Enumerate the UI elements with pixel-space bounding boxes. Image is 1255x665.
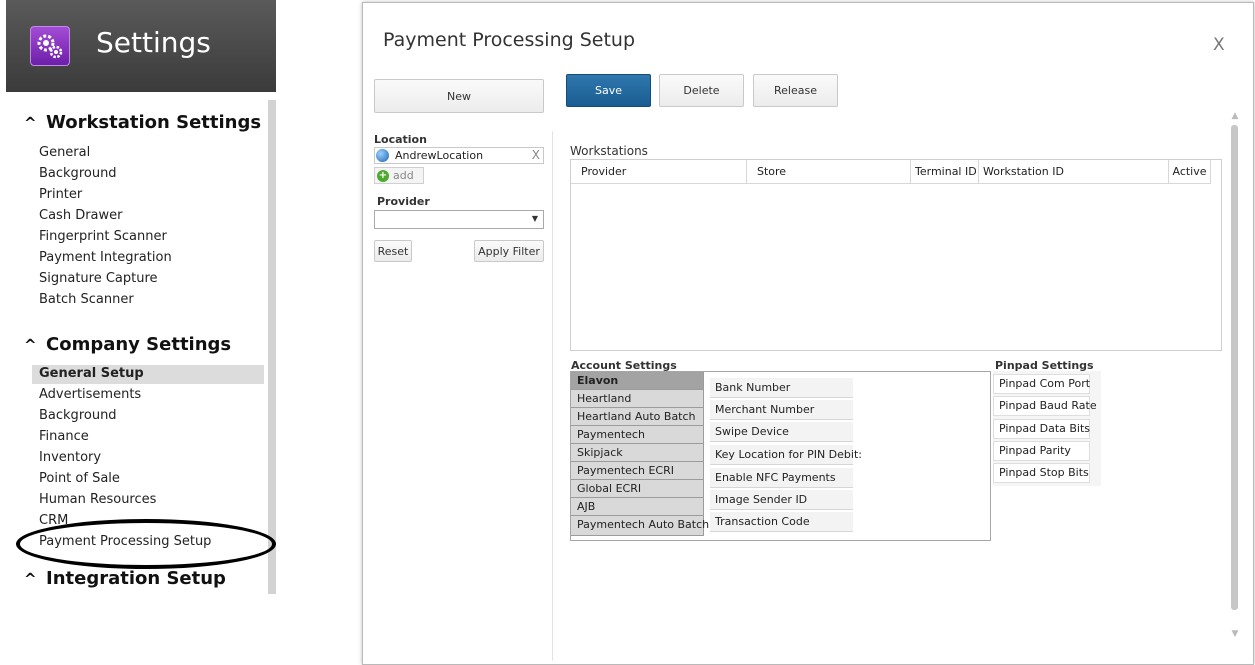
- column-header-store[interactable]: Store: [747, 160, 911, 184]
- nav-item-printer[interactable]: Printer: [39, 187, 82, 202]
- collapse-caret-icon: ^: [24, 570, 37, 588]
- field-pinpad-stop-bits[interactable]: Pinpad Stop Bits: [993, 463, 1090, 483]
- provider-item-skipjack[interactable]: Skipjack: [571, 444, 704, 462]
- provider-item-paymentech-ecri[interactable]: Paymentech ECRI: [571, 462, 704, 480]
- nav-item-cash-drawer[interactable]: Cash Drawer: [39, 208, 122, 223]
- table-header: Provider Store Terminal ID Workstation I…: [571, 160, 1211, 184]
- field-enable-nfc-payments[interactable]: Enable NFC Payments: [710, 468, 853, 488]
- workstations-label: Workstations: [570, 144, 648, 158]
- column-header-active[interactable]: Active: [1169, 160, 1211, 184]
- provider-label: Provider: [377, 195, 430, 208]
- nav-item-fingerprint-scanner[interactable]: Fingerprint Scanner: [39, 229, 167, 244]
- nav-item-batch-scanner[interactable]: Batch Scanner: [39, 292, 134, 307]
- location-value: AndrewLocation: [395, 149, 484, 162]
- field-image-sender-id[interactable]: Image Sender ID: [710, 490, 853, 510]
- column-divider: [552, 131, 553, 661]
- nav-item-advertisements[interactable]: Advertisements: [39, 387, 141, 402]
- provider-item-heartland-auto-batch[interactable]: Heartland Auto Batch: [571, 408, 704, 426]
- pinpad-settings-panel: Pinpad Com Port Pinpad Baud Rate Pinpad …: [993, 371, 1101, 486]
- nav-item-general[interactable]: General: [39, 145, 90, 160]
- annotation-ellipse: [16, 519, 276, 569]
- close-button[interactable]: X: [1213, 35, 1225, 55]
- provider-item-paymentech-auto-batch[interactable]: Paymentech Auto Batch: [571, 516, 709, 536]
- nav-item-signature-capture[interactable]: Signature Capture: [39, 271, 158, 286]
- field-bank-number[interactable]: Bank Number: [710, 378, 853, 398]
- dialog-title: Payment Processing Setup: [383, 29, 636, 51]
- field-pinpad-data-bits[interactable]: Pinpad Data Bits: [993, 419, 1090, 439]
- workstations-table[interactable]: Provider Store Terminal ID Workstation I…: [570, 159, 1222, 351]
- field-pinpad-com-port[interactable]: Pinpad Com Port: [993, 374, 1090, 394]
- globe-icon: [376, 149, 389, 162]
- nav-item-inventory[interactable]: Inventory: [39, 450, 101, 465]
- nav-item-point-of-sale[interactable]: Point of Sale: [39, 471, 120, 486]
- section-company-settings[interactable]: ^ Company Settings: [24, 334, 231, 355]
- account-settings-panel: Elavon Heartland Heartland Auto Batch Pa…: [570, 371, 991, 541]
- field-key-location-pin-debit[interactable]: Key Location for PIN Debit:: [710, 445, 862, 465]
- field-swipe-device[interactable]: Swipe Device: [710, 422, 853, 442]
- settings-sidebar: Settings ^ Workstation Settings General B…: [6, 0, 276, 594]
- save-button[interactable]: Save: [566, 74, 651, 107]
- nav-item-general-setup[interactable]: General Setup: [39, 366, 144, 381]
- column-header-workstation-id[interactable]: Workstation ID: [979, 160, 1169, 184]
- location-field[interactable]: AndrewLocation X: [374, 147, 544, 164]
- scroll-up-arrow-icon[interactable]: ▲: [1229, 111, 1241, 121]
- column-header-provider[interactable]: Provider: [571, 160, 747, 184]
- payment-processing-dialog: Payment Processing Setup X New Location …: [362, 2, 1254, 665]
- location-label: Location: [374, 133, 427, 146]
- clear-location-button[interactable]: X: [532, 148, 540, 162]
- provider-item-paymentech[interactable]: Paymentech: [571, 426, 704, 444]
- nav-item-human-resources[interactable]: Human Resources: [39, 492, 156, 507]
- add-location-button[interactable]: + add: [374, 167, 424, 184]
- scroll-down-arrow-icon[interactable]: ▼: [1229, 629, 1241, 639]
- reset-button[interactable]: Reset: [374, 240, 412, 262]
- collapse-caret-icon: ^: [24, 336, 37, 354]
- field-transaction-code[interactable]: Transaction Code: [710, 512, 853, 532]
- section-integration-setup[interactable]: ^ Integration Setup: [24, 568, 226, 589]
- nav-item-finance[interactable]: Finance: [39, 429, 89, 444]
- sidebar-header: Settings: [6, 0, 276, 92]
- field-merchant-number[interactable]: Merchant Number: [710, 400, 853, 420]
- field-pinpad-parity[interactable]: Pinpad Parity: [993, 441, 1090, 461]
- provider-item-heartland[interactable]: Heartland: [571, 390, 704, 408]
- field-pinpad-baud-rate[interactable]: Pinpad Baud Rate: [993, 396, 1097, 416]
- collapse-caret-icon: ^: [24, 114, 37, 132]
- sidebar-scrollbar[interactable]: [268, 100, 276, 594]
- dropdown-arrow-icon: ▼: [531, 214, 538, 223]
- nav-item-background[interactable]: Background: [39, 166, 117, 181]
- gears-icon: [30, 26, 70, 66]
- nav-item-payment-integration[interactable]: Payment Integration: [39, 250, 172, 265]
- release-button[interactable]: Release: [753, 74, 838, 107]
- sidebar-title: Settings: [96, 26, 211, 59]
- add-circle-icon: +: [377, 170, 389, 182]
- provider-item-elavon[interactable]: Elavon: [571, 372, 704, 390]
- dialog-scrollbar[interactable]: ▲ ▼: [1229, 111, 1241, 641]
- apply-filter-button[interactable]: Apply Filter: [474, 240, 544, 262]
- scrollbar-thumb[interactable]: [1231, 125, 1238, 610]
- provider-select[interactable]: ▼: [374, 210, 544, 229]
- provider-item-ajb[interactable]: AJB: [571, 498, 704, 516]
- column-header-terminal-id[interactable]: Terminal ID: [911, 160, 979, 184]
- delete-button[interactable]: Delete: [659, 74, 744, 107]
- new-button[interactable]: New: [374, 79, 544, 113]
- provider-item-global-ecri[interactable]: Global ECRI: [571, 480, 704, 498]
- nav-item-background-company[interactable]: Background: [39, 408, 117, 423]
- section-workstation-settings[interactable]: ^ Workstation Settings: [24, 112, 261, 133]
